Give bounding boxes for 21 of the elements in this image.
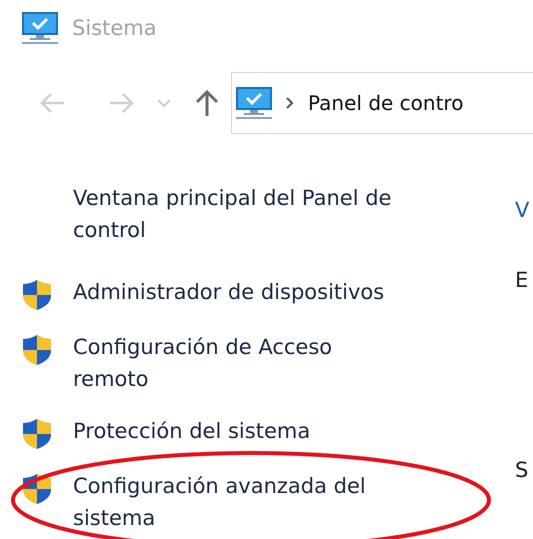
shield-icon bbox=[22, 473, 52, 505]
right-arrow-icon bbox=[109, 92, 135, 114]
monitor-icon bbox=[22, 12, 58, 44]
shield-icon bbox=[22, 279, 52, 311]
sidebar-link[interactable]: Configuración de Acceso remoto bbox=[73, 331, 393, 395]
section-heading: V bbox=[515, 198, 530, 222]
breadcrumb-item[interactable]: Panel de contro bbox=[308, 91, 464, 115]
monitor-icon bbox=[236, 87, 272, 119]
sidebar-link[interactable]: Ventana principal del Panel de control bbox=[73, 182, 393, 246]
chevron-down-icon bbox=[157, 99, 171, 107]
left-arrow-icon bbox=[39, 92, 65, 114]
sidebar-link[interactable]: Protección del sistema bbox=[73, 415, 393, 447]
body-text: E bbox=[515, 268, 528, 292]
body-text: S bbox=[515, 458, 528, 482]
up-arrow-icon bbox=[194, 90, 220, 116]
window-title: Sistema bbox=[72, 16, 157, 40]
address-bar[interactable]: Panel de contro bbox=[231, 72, 533, 134]
shield-icon bbox=[22, 418, 52, 450]
shield-icon bbox=[22, 334, 52, 366]
chevron-icon bbox=[286, 97, 294, 109]
sidebar-link[interactable]: Administrador de dispositivos bbox=[73, 276, 393, 308]
